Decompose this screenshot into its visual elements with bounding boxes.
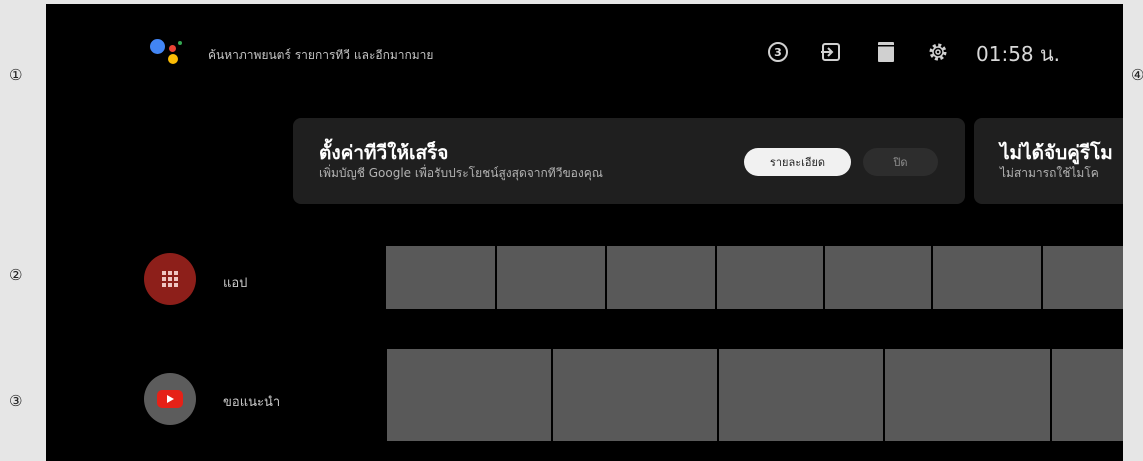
setup-card[interactable]: ตั้งค่าทีวีให้เสร็จ เพิ่มบัญชี Google เพ… xyxy=(293,118,965,204)
search-hint[interactable]: ค้นหาภาพยนตร์ รายการทีวี และอีกมากมาย xyxy=(208,46,433,65)
clock: 01:58 น. xyxy=(976,42,1061,66)
app-tile[interactable] xyxy=(1043,246,1123,309)
app-tile[interactable] xyxy=(717,246,823,309)
recommended-tile[interactable] xyxy=(719,349,883,441)
settings-gear-icon[interactable] xyxy=(926,40,950,64)
callout-4: ④ xyxy=(1131,66,1143,84)
details-button[interactable]: รายละเอียด xyxy=(744,148,851,176)
close-button[interactable]: ปิด xyxy=(863,148,938,176)
assistant-dot-red xyxy=(169,45,176,52)
recommended-tile[interactable] xyxy=(885,349,1050,441)
apps-row-label: แอป xyxy=(223,276,248,291)
storage-icon[interactable] xyxy=(874,40,898,64)
callout-1: ① xyxy=(9,66,23,84)
recommended-row-label: ขอแนะนำ xyxy=(223,395,281,410)
recommended-tile[interactable] xyxy=(553,349,717,441)
tv-home-screen: ค้นหาภาพยนตร์ รายการทีวี และอีกมากมาย 3 … xyxy=(46,4,1123,461)
callout-3: ③ xyxy=(9,392,23,410)
remote-pairing-card[interactable]: ไม่ได้จับคู่รีโม ไม่สามารถใช้ไมโค xyxy=(974,118,1123,204)
google-assistant-icon[interactable] xyxy=(150,37,186,69)
assistant-dot-green xyxy=(178,41,182,45)
app-tile[interactable] xyxy=(607,246,715,309)
youtube-channel-icon[interactable] xyxy=(144,373,196,425)
remote-card-subtitle: ไม่สามารถใช้ไมโค xyxy=(1000,166,1099,180)
setup-card-subtitle: เพิ่มบัญชี Google เพื่อรับประโยชน์สูงสุด… xyxy=(319,166,603,180)
app-tile[interactable] xyxy=(497,246,605,309)
recommended-tile[interactable] xyxy=(1052,349,1123,441)
recommended-tile[interactable] xyxy=(387,349,551,441)
assistant-dot-blue xyxy=(150,39,165,54)
callout-2: ② xyxy=(9,266,23,284)
assistant-dot-yellow xyxy=(168,54,178,64)
input-source-icon[interactable] xyxy=(819,40,843,64)
notification-count: 3 xyxy=(768,42,788,62)
app-tile[interactable] xyxy=(933,246,1041,309)
youtube-icon xyxy=(157,390,183,408)
apps-grid-icon[interactable] xyxy=(144,253,196,305)
grid-glyph xyxy=(162,271,178,287)
notification-count-icon[interactable]: 3 xyxy=(766,40,790,64)
app-tile[interactable] xyxy=(386,246,495,309)
app-tile[interactable] xyxy=(825,246,931,309)
